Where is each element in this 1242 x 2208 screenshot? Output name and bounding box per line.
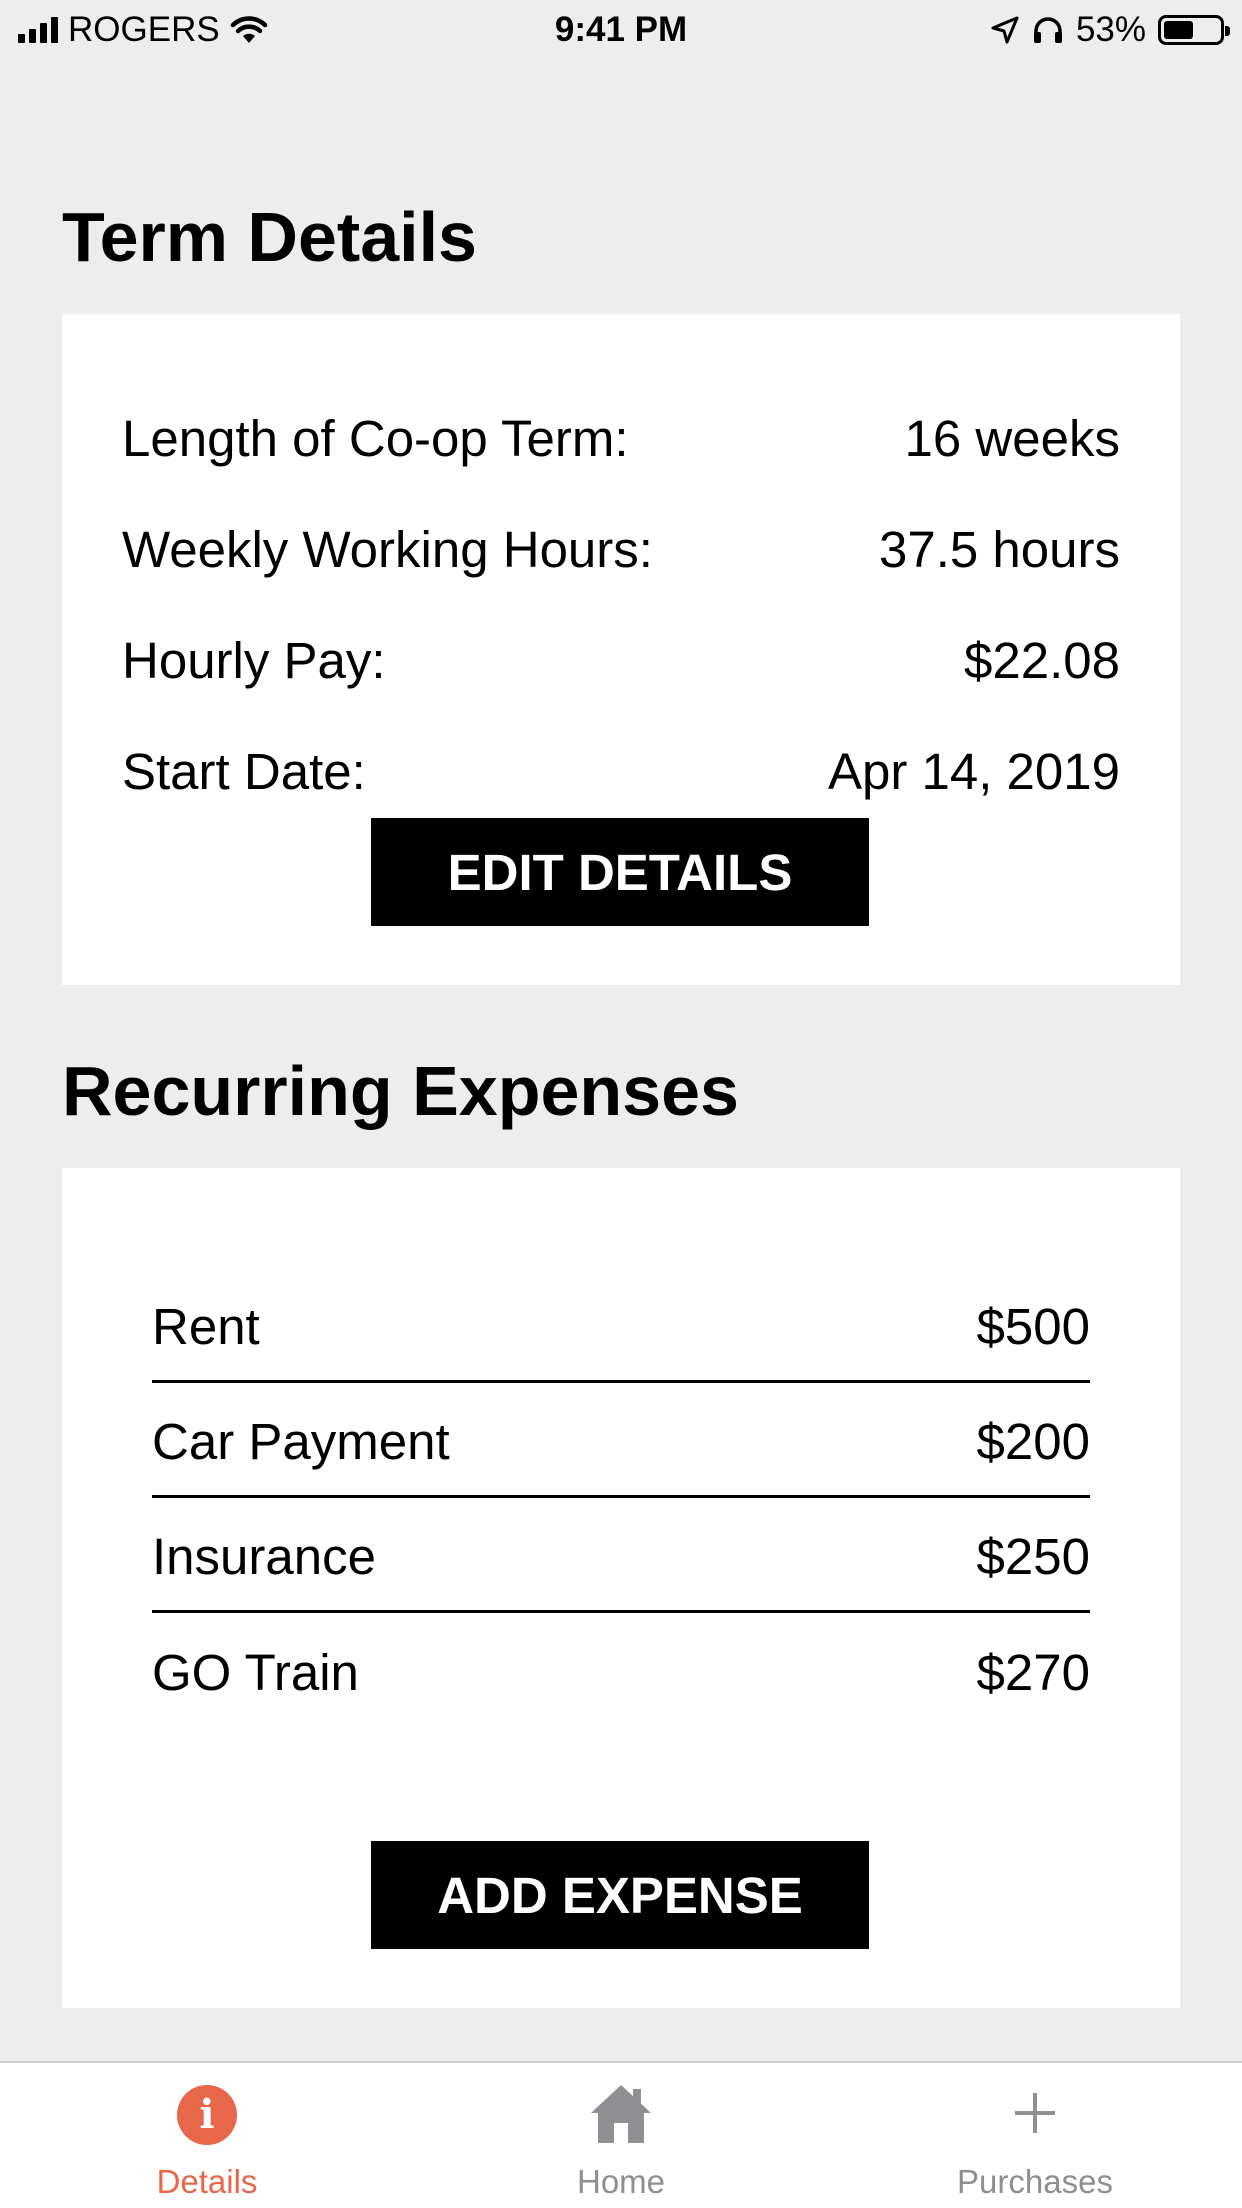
headphones-icon: [1033, 17, 1062, 43]
plus-icon: [1015, 2093, 1055, 2133]
battery-fill: [1164, 21, 1193, 39]
expense-name: Car Payment: [152, 1412, 450, 1470]
tab-home[interactable]: Home: [414, 2063, 828, 2208]
tab-label: Purchases: [957, 2163, 1113, 2200]
tab-bar: i Details Home Purchases: [0, 2061, 1242, 2208]
expense-row-rent[interactable]: Rent $500: [152, 1268, 1090, 1383]
recurring-expenses-title: Recurring Expenses: [62, 1052, 739, 1130]
detail-value: $22.08: [964, 631, 1120, 689]
expense-row-insurance[interactable]: Insurance $250: [152, 1498, 1090, 1613]
detail-label: Start Date:: [122, 742, 366, 800]
detail-value: 16 weeks: [904, 409, 1120, 467]
tab-details[interactable]: i Details: [0, 2063, 414, 2208]
detail-label: Length of Co-op Term:: [122, 409, 629, 467]
house-icon: [591, 2085, 651, 2143]
expense-name: Insurance: [152, 1527, 376, 1585]
detail-value: 37.5 hours: [878, 520, 1120, 578]
battery-nub: [1225, 26, 1230, 36]
status-bar: ROGERS 9:41 PM 53%: [0, 0, 1242, 62]
expense-amount: $200: [976, 1412, 1090, 1470]
expense-amount: $270: [976, 1644, 1090, 1701]
detail-label: Weekly Working Hours:: [122, 520, 653, 578]
tab-label: Details: [156, 2163, 258, 2200]
expense-amount: $500: [976, 1297, 1090, 1355]
recurring-expenses-card: Rent $500 Car Payment $200 Insurance $25…: [62, 1168, 1180, 2008]
detail-row-term-length: Length of Co-op Term: 16 weeks: [122, 408, 1120, 468]
tab-label: Home: [576, 2163, 666, 2200]
expense-list: Rent $500 Car Payment $200 Insurance $25…: [152, 1268, 1090, 1728]
add-expense-button[interactable]: ADD EXPENSE: [371, 1841, 869, 1949]
expense-row-go-train[interactable]: GO Train $270: [152, 1613, 1090, 1728]
status-right: 53%: [990, 10, 1230, 50]
location-arrow-icon: [991, 16, 1019, 44]
detail-label: Hourly Pay:: [122, 631, 386, 689]
term-details-title: Term Details: [62, 198, 477, 276]
battery-percent: 53%: [1075, 10, 1146, 49]
term-details-card: Length of Co-op Term: 16 weeks Weekly Wo…: [62, 314, 1180, 985]
edit-details-button[interactable]: EDIT DETAILS: [371, 818, 869, 926]
tab-purchases[interactable]: Purchases: [828, 2063, 1242, 2208]
expense-name: GO Train: [152, 1644, 359, 1701]
screen: ROGERS 9:41 PM 53% Term Details Length o…: [0, 0, 1242, 2208]
info-circle-icon: i: [177, 2085, 237, 2145]
detail-row-start-date: Start Date: Apr 14, 2019: [122, 741, 1120, 801]
detail-row-weekly-hours: Weekly Working Hours: 37.5 hours: [122, 519, 1120, 579]
expense-row-car-payment[interactable]: Car Payment $200: [152, 1383, 1090, 1498]
battery-icon: [1158, 15, 1230, 45]
expense-amount: $250: [976, 1527, 1090, 1585]
expense-name: Rent: [152, 1297, 260, 1355]
detail-value: Apr 14, 2019: [827, 742, 1120, 800]
detail-row-hourly-pay: Hourly Pay: $22.08: [122, 630, 1120, 690]
